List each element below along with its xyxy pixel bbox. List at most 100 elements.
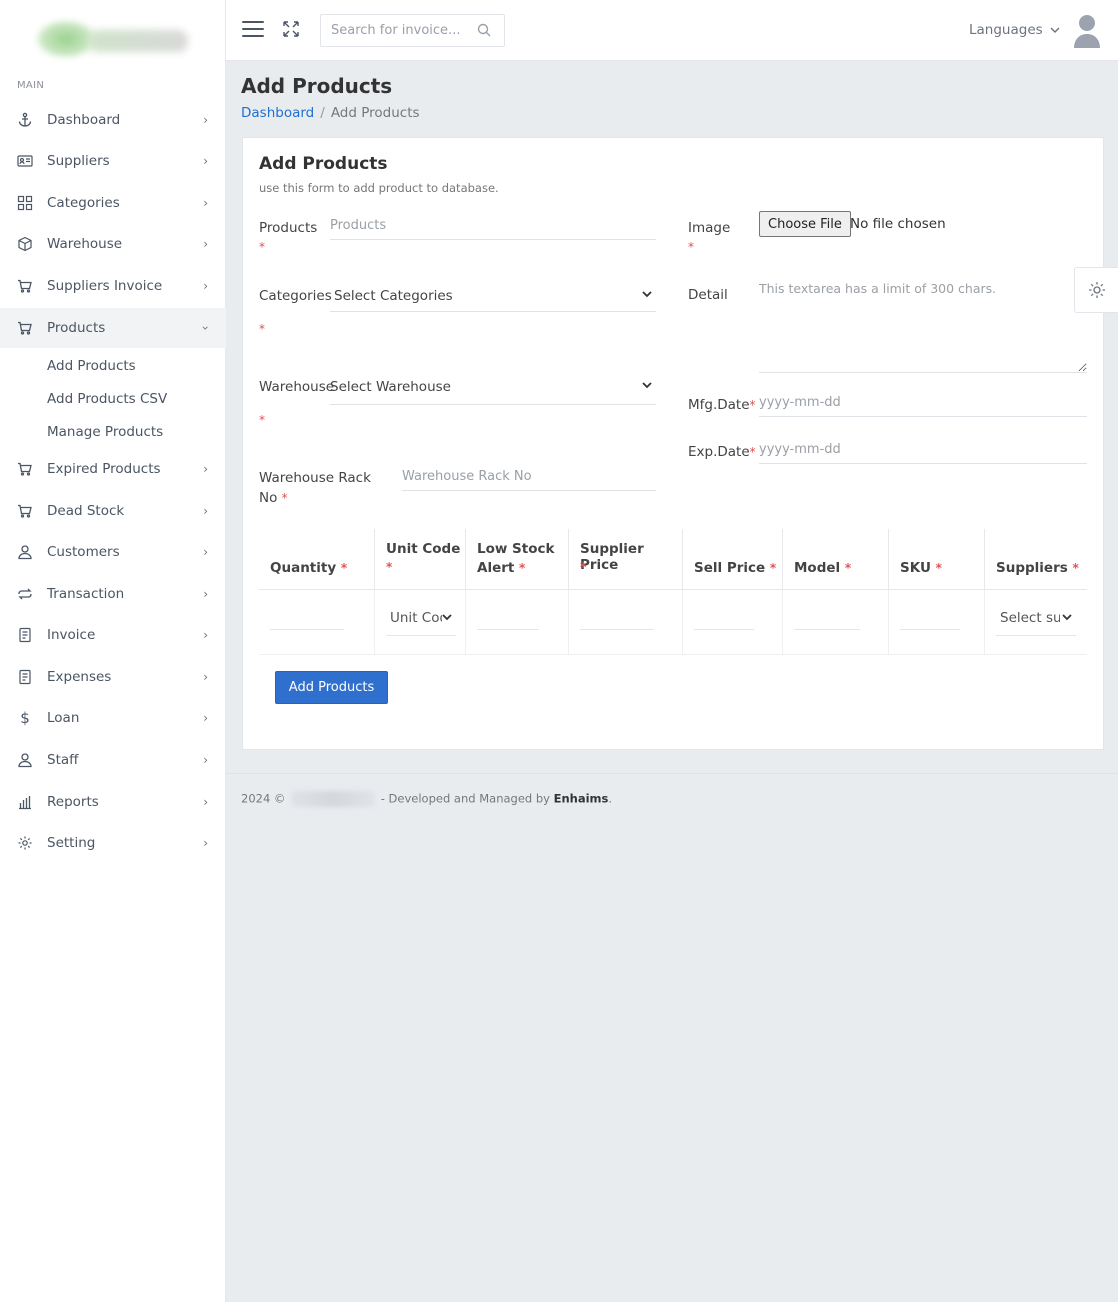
submenu-add-products[interactable]: Add Products: [47, 358, 136, 374]
add-products-button[interactable]: Add Products: [275, 671, 388, 704]
sidebar-item-label: Reports: [47, 794, 99, 810]
chevron-down-icon: [1050, 27, 1060, 33]
sidebar-item-suppliers-invoice[interactable]: Suppliers Invoice ›: [0, 266, 226, 306]
sku-input[interactable]: [900, 616, 960, 630]
table-header-unit-code: Unit Code *: [375, 529, 466, 590]
document-icon: [16, 668, 34, 686]
footer: 2024 © - Developed and Managed by Enhaim…: [241, 791, 612, 807]
sidebar-item-customers[interactable]: Customers ›: [0, 532, 226, 572]
table-cell-low-stock: [466, 590, 569, 655]
unit-code-select-value: Unit Code: [390, 610, 442, 626]
table-cell-model: [783, 590, 889, 655]
sidebar-item-invoice[interactable]: Invoice ›: [0, 615, 226, 655]
menu-toggle-icon[interactable]: [242, 21, 264, 39]
search-icon[interactable]: [476, 22, 492, 38]
table-header-supplier-price: Supplier Price *: [569, 529, 683, 590]
chevron-right-icon: ›: [203, 753, 208, 767]
sidebar-item-dashboard[interactable]: Dashboard ›: [0, 100, 226, 140]
chevron-right-icon: ›: [203, 670, 208, 684]
submenu-manage-products[interactable]: Manage Products: [47, 424, 163, 440]
categories-select-value: Select Categories: [334, 288, 453, 304]
sidebar-item-setting[interactable]: Setting ›: [0, 823, 226, 863]
chevron-down-icon: ›: [198, 325, 213, 331]
logo[interactable]: [36, 18, 192, 62]
breadcrumb: Dashboard / Add Products: [241, 105, 420, 121]
sidebar-item-expired-products[interactable]: Expired Products ›: [0, 449, 226, 489]
user-icon: [16, 543, 34, 561]
suppliers-select[interactable]: Select supplier: [996, 610, 1076, 636]
languages-dropdown[interactable]: Languages: [969, 22, 1060, 38]
cart-icon: [16, 460, 34, 478]
settings-panel-toggle[interactable]: [1074, 267, 1118, 313]
anchor-icon: [16, 111, 34, 129]
low-stock-alert-input[interactable]: [477, 616, 539, 630]
fullscreen-icon[interactable]: [282, 20, 300, 38]
file-status: No file chosen: [850, 216, 946, 232]
required-mark: *: [688, 240, 694, 254]
gear-icon: [1088, 282, 1105, 298]
avatar[interactable]: [1072, 12, 1102, 48]
sidebar-item-expenses[interactable]: Expenses ›: [0, 657, 226, 697]
categories-select[interactable]: Select Categories: [330, 288, 656, 312]
chevron-right-icon: ›: [203, 237, 208, 251]
submenu-add-products-csv[interactable]: Add Products CSV: [47, 391, 167, 407]
add-products-card: Add Products use this form to add produc…: [242, 137, 1104, 750]
sidebar-item-label: Suppliers Invoice: [47, 278, 163, 294]
sidebar-item-suppliers[interactable]: Suppliers ›: [0, 141, 226, 181]
sidebar-item-loan[interactable]: $ Loan ›: [0, 698, 226, 738]
chevron-right-icon: ›: [203, 628, 208, 642]
table-cell-sku: [889, 590, 985, 655]
choose-file-button[interactable]: Choose File: [759, 211, 851, 237]
table-header-sell-price: Sell Price *: [683, 529, 783, 590]
chevron-right-icon: ›: [203, 795, 208, 809]
exp-date-input[interactable]: [759, 442, 1087, 464]
dollar-icon: $: [20, 709, 30, 727]
sidebar-item-categories[interactable]: Categories ›: [0, 183, 226, 223]
sidebar-item-warehouse[interactable]: Warehouse ›: [0, 224, 226, 264]
company-name-redacted: [291, 791, 376, 807]
chevron-right-icon: ›: [203, 154, 208, 168]
detail-textarea[interactable]: [759, 281, 1087, 373]
breadcrumb-home-link[interactable]: Dashboard: [241, 105, 314, 121]
footer-brand-link[interactable]: Enhaims: [554, 792, 609, 806]
sidebar-item-reports[interactable]: Reports ›: [0, 782, 226, 822]
grid-icon: [16, 194, 34, 212]
sidebar-item-label: Invoice: [47, 627, 96, 643]
sidebar-item-transaction[interactable]: Transaction ›: [0, 574, 226, 614]
sidebar-item-label: Expenses: [47, 669, 112, 685]
products-input[interactable]: [330, 218, 656, 240]
model-input[interactable]: [794, 616, 860, 630]
top-header: Languages: [226, 0, 1118, 61]
sidebar-item-dead-stock[interactable]: Dead Stock ›: [0, 491, 226, 531]
sidebar-item-label: Dead Stock: [47, 503, 125, 519]
required-mark: *: [259, 413, 265, 427]
table-row: [259, 590, 375, 655]
rack-number-input[interactable]: [402, 469, 656, 491]
sidebar-item-label: Setting: [47, 835, 96, 851]
chevron-right-icon: ›: [203, 504, 208, 518]
sidebar-item-label: Dashboard: [47, 112, 121, 128]
page-title: Add Products: [241, 74, 393, 98]
sell-price-input[interactable]: [694, 616, 754, 630]
cart-icon: [16, 319, 34, 337]
table-cell-sell-price: [683, 590, 783, 655]
products-label: Products: [259, 220, 318, 236]
supplier-price-input[interactable]: [580, 616, 654, 630]
sidebar-item-label: Warehouse: [47, 236, 123, 252]
sidebar-item-label: Suppliers: [47, 153, 110, 169]
chevron-down-icon: [642, 382, 652, 389]
mfg-date-input[interactable]: [759, 395, 1087, 417]
id-card-icon: [16, 152, 34, 170]
unit-code-select[interactable]: Unit Code: [386, 610, 456, 636]
search-input[interactable]: [321, 23, 471, 38]
quantity-input[interactable]: [270, 616, 344, 630]
user-icon: [16, 751, 34, 769]
sidebar-item-staff[interactable]: Staff ›: [0, 740, 226, 780]
breadcrumb-current: Add Products: [330, 105, 420, 121]
sidebar: MAIN Dashboard › Suppliers › Categories …: [0, 0, 226, 1302]
breadcrumb-separator: /: [320, 105, 325, 121]
footer-copyright: 2024 ©: [241, 791, 286, 806]
sidebar-item-products[interactable]: Products ›: [0, 308, 226, 348]
chevron-right-icon: ›: [203, 711, 208, 725]
warehouse-select[interactable]: Select Warehouse: [330, 379, 656, 405]
